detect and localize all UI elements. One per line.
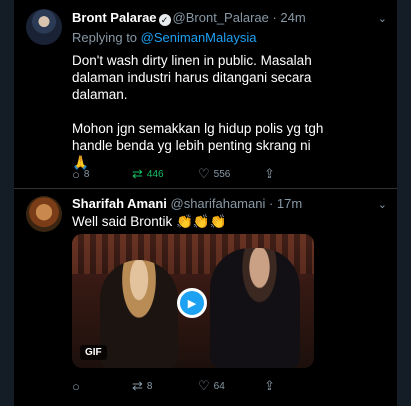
like-count: 64 (213, 380, 225, 392)
play-icon[interactable]: ▶ (177, 288, 207, 318)
gif-badge: GIF (80, 345, 107, 360)
avatar[interactable] (26, 196, 62, 232)
like-button[interactable]: ♡ 64 (198, 378, 264, 394)
media-figure (100, 260, 178, 368)
tweet-header: Sharifah Amani @sharifahamani · 17m (72, 196, 302, 211)
retweet-icon: ⇄ (132, 378, 143, 393)
tweet-actions: ○ ⇄ 8 ♡ 64 ⇪ (72, 378, 275, 394)
tweet-sharifah[interactable]: Sharifah Amani @sharifahamani · 17m ⌄ We… (14, 0, 397, 406)
tweet-text: Well said Brontik 👏👏👏 (72, 214, 227, 229)
author-name[interactable]: Sharifah Amani (72, 196, 167, 211)
reply-icon: ○ (72, 378, 80, 394)
timeline: Bront Palarae ✓ @Bront_Palarae · 24m ⌄ Rep… (14, 0, 397, 406)
author-handle[interactable]: @sharifahamani (171, 196, 266, 211)
gif-media[interactable]: ▶ GIF (72, 234, 314, 368)
chevron-down-icon[interactable]: ⌄ (378, 198, 387, 211)
timestamp[interactable]: · 17m (269, 196, 302, 211)
retweet-count: 8 (146, 380, 153, 392)
reply-button[interactable]: ○ (72, 379, 132, 394)
retweet-button[interactable]: ⇄ 8 (132, 378, 198, 394)
share-icon: ⇪ (264, 378, 275, 393)
media-figure (210, 248, 300, 368)
heart-icon: ♡ (198, 378, 210, 393)
share-button[interactable]: ⇪ (264, 378, 275, 394)
